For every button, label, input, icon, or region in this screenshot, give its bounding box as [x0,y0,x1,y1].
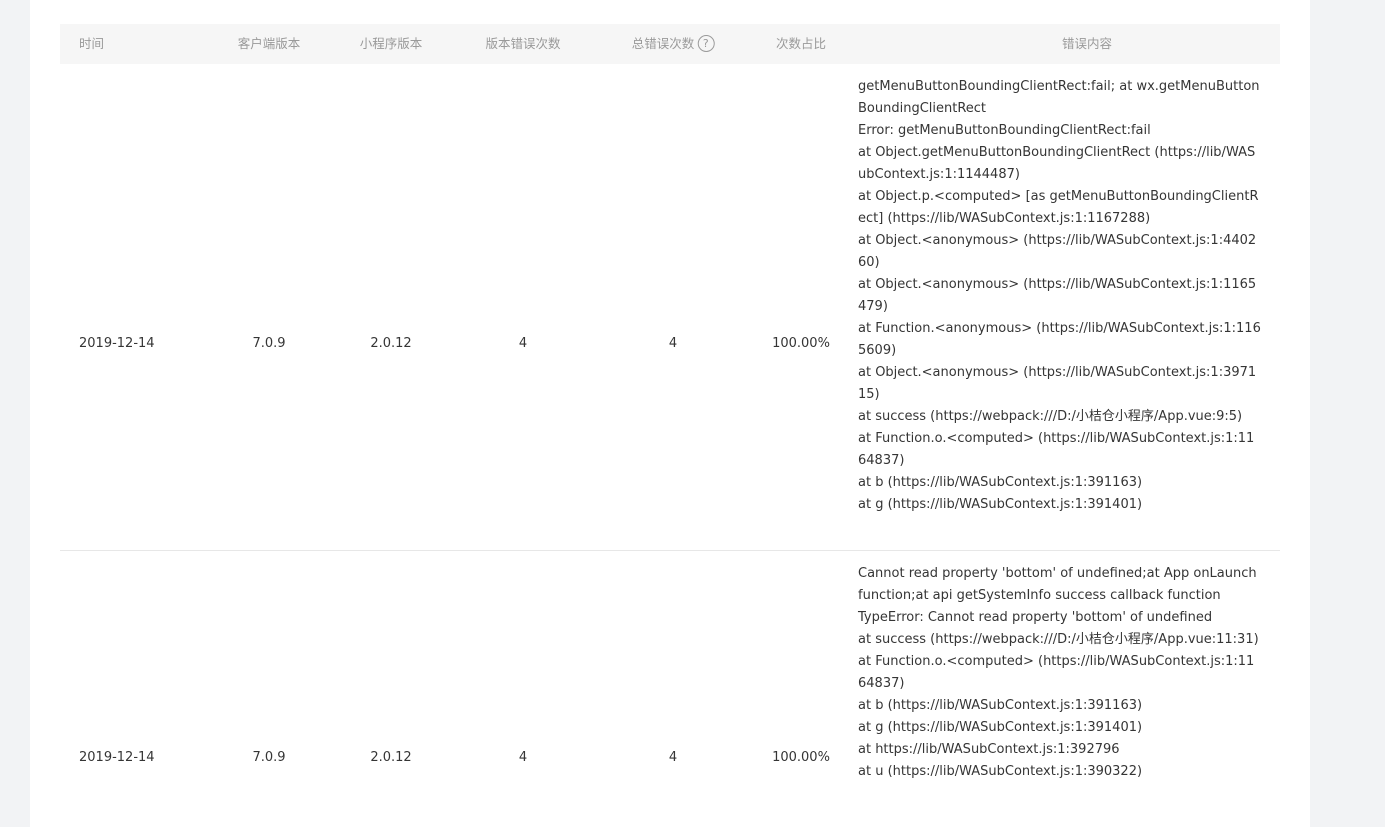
header-time: 时间 [79,36,105,51]
error-line: at b (https://lib/WASubContext.js:1:3911… [858,698,1143,713]
error-line: at u (https://lib/WASubContext.js:1:3903… [858,764,1143,779]
error-list-card: 时间 客户端版本 小程序版本 版本错误次数 总错误次数? 次数占比 错误内容 2… [30,0,1310,827]
header-total-error-count: 总错误次数? [632,24,715,64]
error-line: at Object.p.<computed> [as getMenuButton… [858,189,1259,226]
cell-error-content: Cannot read property 'bottom' of undefin… [858,563,1262,783]
cell-version-error-count: 4 [518,750,528,765]
error-line: Error: getMenuButtonBoundingClientRect:f… [858,123,1151,138]
error-line: at Object.<anonymous> (https://lib/WASub… [858,277,1257,314]
cell-version-error-count: 4 [518,336,528,351]
error-line: at Object.getMenuButtonBoundingClientRec… [858,145,1256,182]
error-line: TypeError: Cannot read property 'bottom'… [858,610,1213,625]
table-row: 2019-12-14 7.0.9 2.0.12 4 4 100.00% getM… [60,64,1280,551]
header-version-error-count: 版本错误次数 [485,36,561,51]
cell-error-content: getMenuButtonBoundingClientRect:fail; at… [858,76,1262,516]
header-app-version: 小程序版本 [359,36,423,51]
error-line: at Function.o.<computed> (https://lib/WA… [858,654,1255,691]
error-line: at Function.o.<computed> (https://lib/WA… [858,431,1255,468]
cell-time: 2019-12-14 [79,750,155,765]
error-line: Cannot read property 'bottom' of undefin… [858,566,1257,603]
header-client-version: 客户端版本 [237,36,301,51]
error-line: at g (https://lib/WASubContext.js:1:3914… [858,497,1143,512]
table-header: 时间 客户端版本 小程序版本 版本错误次数 总错误次数? 次数占比 错误内容 [60,24,1280,64]
header-total-error-count-label: 总错误次数 [631,36,695,51]
cell-app-version: 2.0.12 [370,336,412,351]
error-line: getMenuButtonBoundingClientRect:fail; at… [858,79,1260,116]
error-line: at g (https://lib/WASubContext.js:1:3914… [858,720,1143,735]
error-line: at Function.<anonymous> (https://lib/WAS… [858,321,1261,358]
table-row: 2019-12-14 7.0.9 2.0.12 4 4 100.00% Cann… [60,551,1280,827]
error-line: at success (https://webpack:///D:/小桔仓小程序… [858,409,1243,424]
help-icon[interactable]: ? [697,35,715,52]
cell-client-version: 7.0.9 [252,750,286,765]
cell-total-error-count: 4 [668,750,678,765]
error-line: at Object.<anonymous> (https://lib/WASub… [858,233,1257,270]
cell-ratio: 100.00% [772,750,830,765]
cell-app-version: 2.0.12 [370,750,412,765]
cell-total-error-count: 4 [668,336,678,351]
header-error-content: 错误内容 [1061,36,1113,51]
header-ratio: 次数占比 [775,36,827,51]
error-line: at b (https://lib/WASubContext.js:1:3911… [858,475,1143,490]
error-table: 时间 客户端版本 小程序版本 版本错误次数 总错误次数? 次数占比 错误内容 2… [60,24,1280,827]
error-line: at Object.<anonymous> (https://lib/WASub… [858,365,1257,402]
cell-client-version: 7.0.9 [252,336,286,351]
error-line: at success (https://webpack:///D:/小桔仓小程序… [858,632,1259,647]
cell-ratio: 100.00% [772,336,830,351]
cell-time: 2019-12-14 [79,336,155,351]
error-line: at https://lib/WASubContext.js:1:392796 [858,742,1120,757]
